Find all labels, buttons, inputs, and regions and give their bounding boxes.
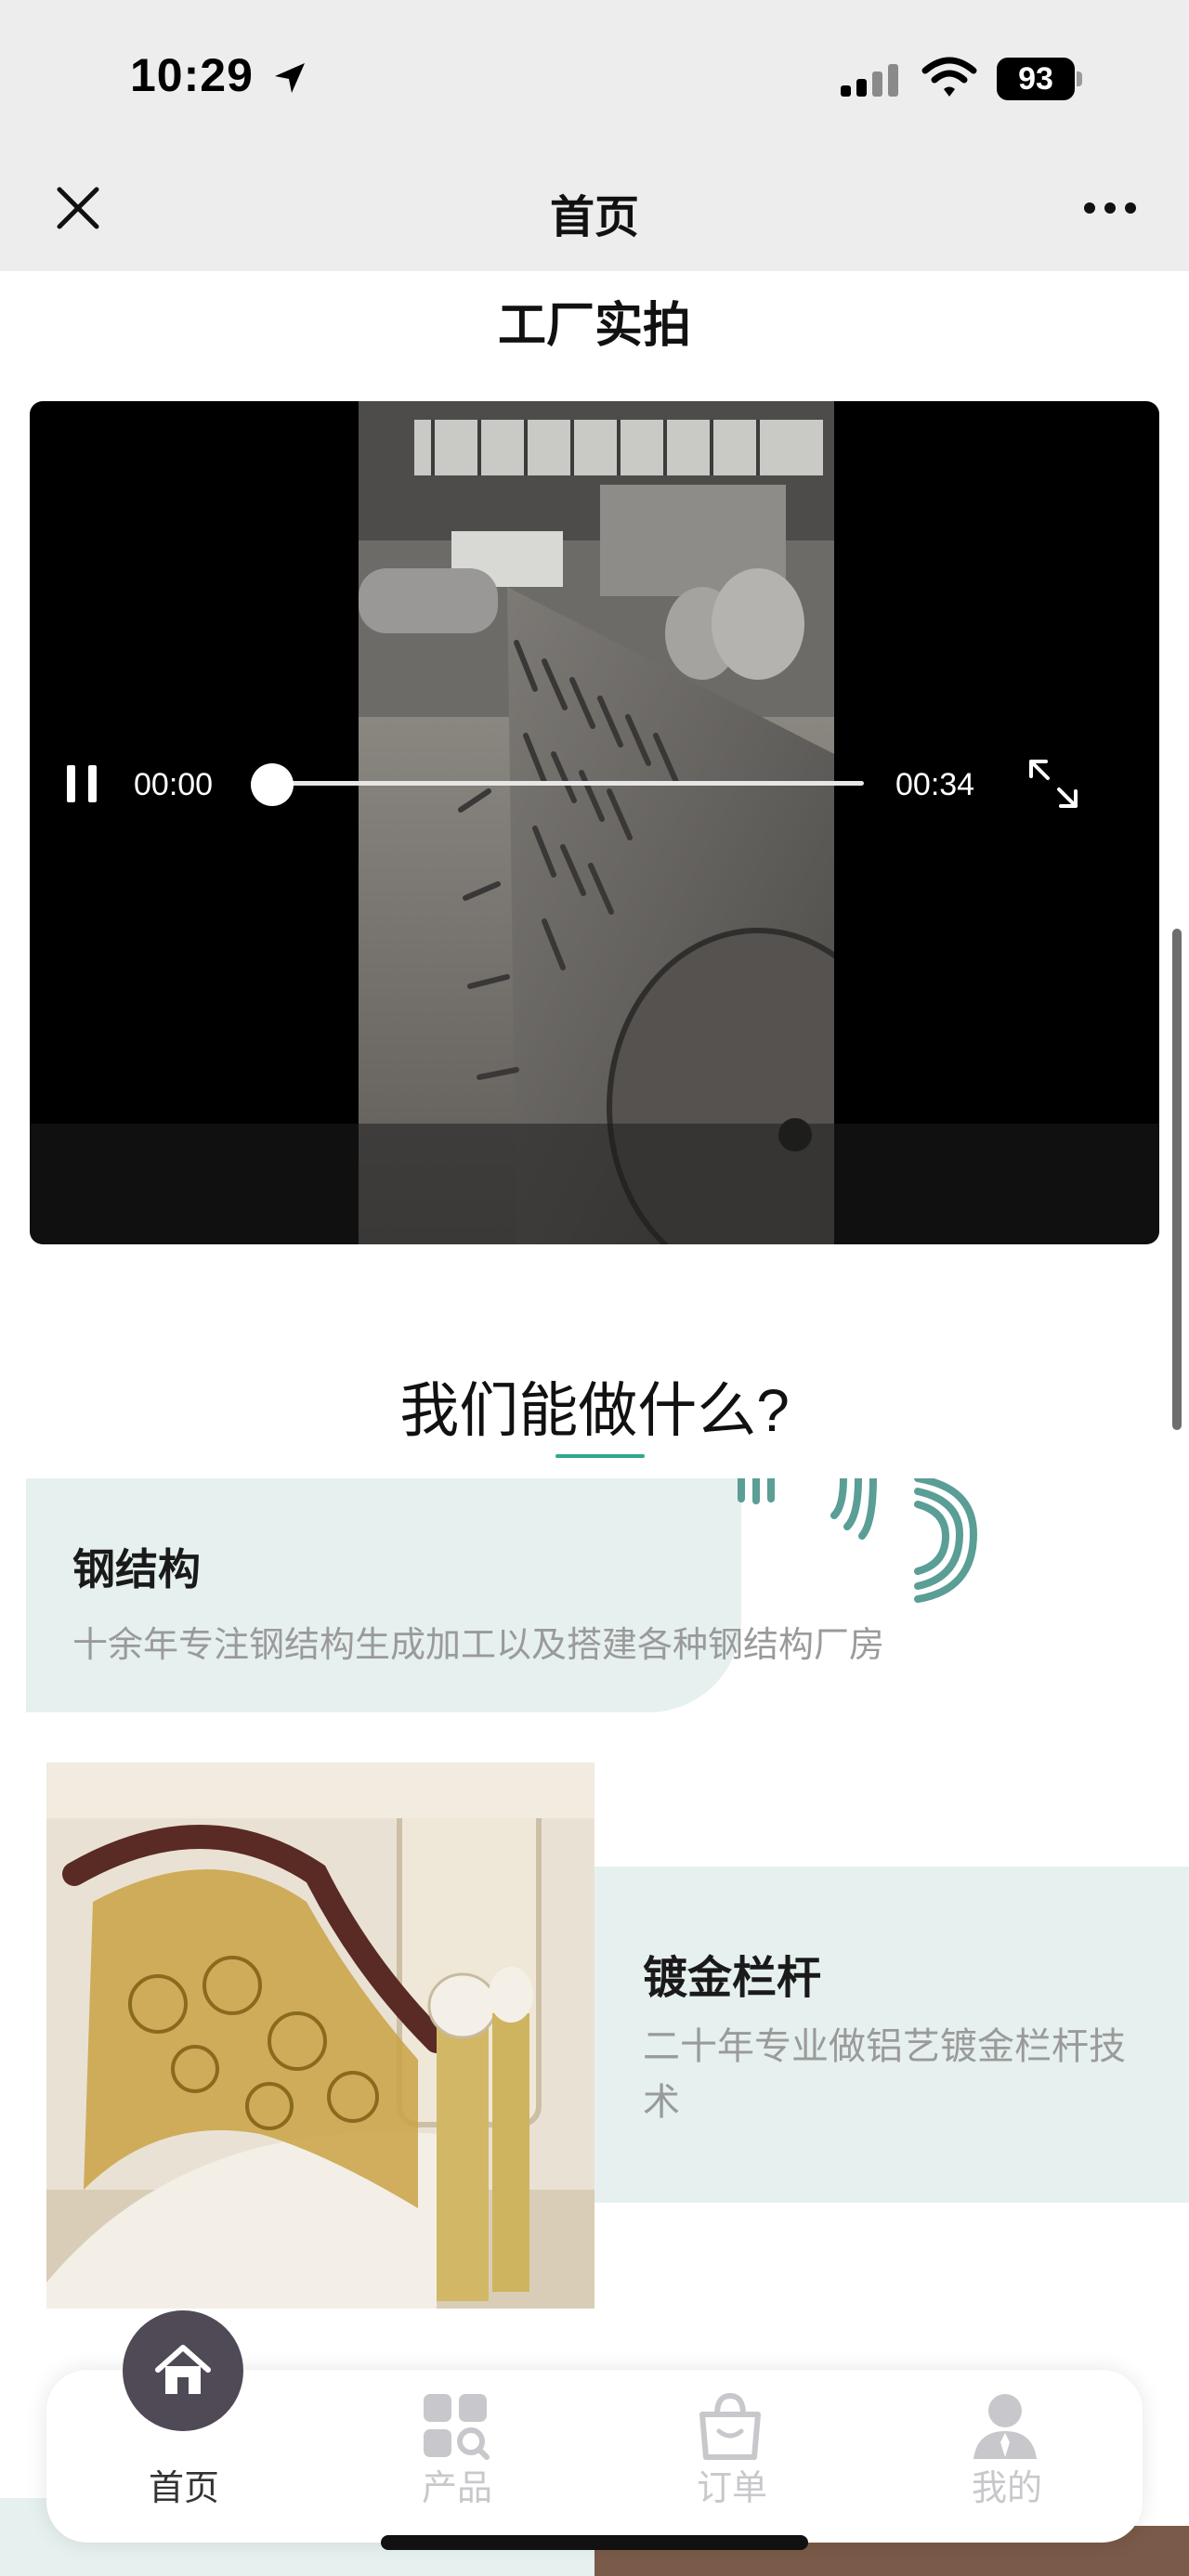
- grid-search-icon[interactable]: [420, 2390, 490, 2461]
- service-card-steel[interactable]: 钢结构 十余年专注钢结构生成加工以及搭建各种钢结构厂房: [26, 1478, 1163, 1712]
- tab-mine-label[interactable]: 我的: [933, 2459, 1081, 2510]
- services-section-title: 我们能做什么?: [399, 1377, 790, 1444]
- tab-home-label[interactable]: 首页: [110, 2459, 258, 2510]
- cellular-signal-icon: [841, 64, 898, 97]
- page-title: 首页: [549, 193, 639, 242]
- wifi-icon: [921, 57, 977, 97]
- video-controls-bar: [30, 1124, 1159, 1244]
- fullscreen-icon[interactable]: [1026, 756, 1081, 812]
- factory-section-title: 工厂实拍: [497, 299, 691, 353]
- video-progress-knob[interactable]: [251, 763, 294, 806]
- location-arrow-icon: [275, 63, 305, 93]
- shopping-bag-icon[interactable]: [695, 2390, 765, 2461]
- video-current-time: 00:00: [134, 767, 214, 802]
- home-icon[interactable]: [150, 2338, 216, 2403]
- service-title: 镀金栏杆: [643, 1954, 822, 2003]
- battery-icon: 93: [997, 58, 1082, 100]
- tab-orders-label[interactable]: 订单: [658, 2459, 806, 2510]
- status-time: 10:29: [130, 49, 254, 101]
- railing-image: [46, 1763, 594, 2309]
- railing-photo[interactable]: [46, 1763, 594, 2309]
- more-icon[interactable]: [1082, 199, 1138, 217]
- service-description: 十余年专注钢结构生成加工以及搭建各种钢结构厂房: [72, 1626, 885, 1665]
- video-progress-bar[interactable]: [269, 781, 864, 786]
- video-frame: [359, 401, 834, 1244]
- factory-video-image: [359, 401, 834, 1244]
- tab-products-label[interactable]: 产品: [383, 2459, 531, 2510]
- section-title-underline: [555, 1454, 645, 1458]
- pause-icon[interactable]: [61, 763, 102, 804]
- factory-video-player[interactable]: [30, 401, 1159, 1244]
- home-indicator: [381, 2535, 808, 2550]
- service-description: 二十年专业做铝艺镀金栏杆技术: [643, 2026, 1126, 2123]
- video-total-time: 00:34: [895, 767, 975, 802]
- user-icon[interactable]: [970, 2390, 1040, 2461]
- page-scrollbar[interactable]: [1172, 929, 1182, 1430]
- battery-level: 93: [997, 58, 1075, 100]
- service-title: 钢结构: [72, 1545, 201, 1594]
